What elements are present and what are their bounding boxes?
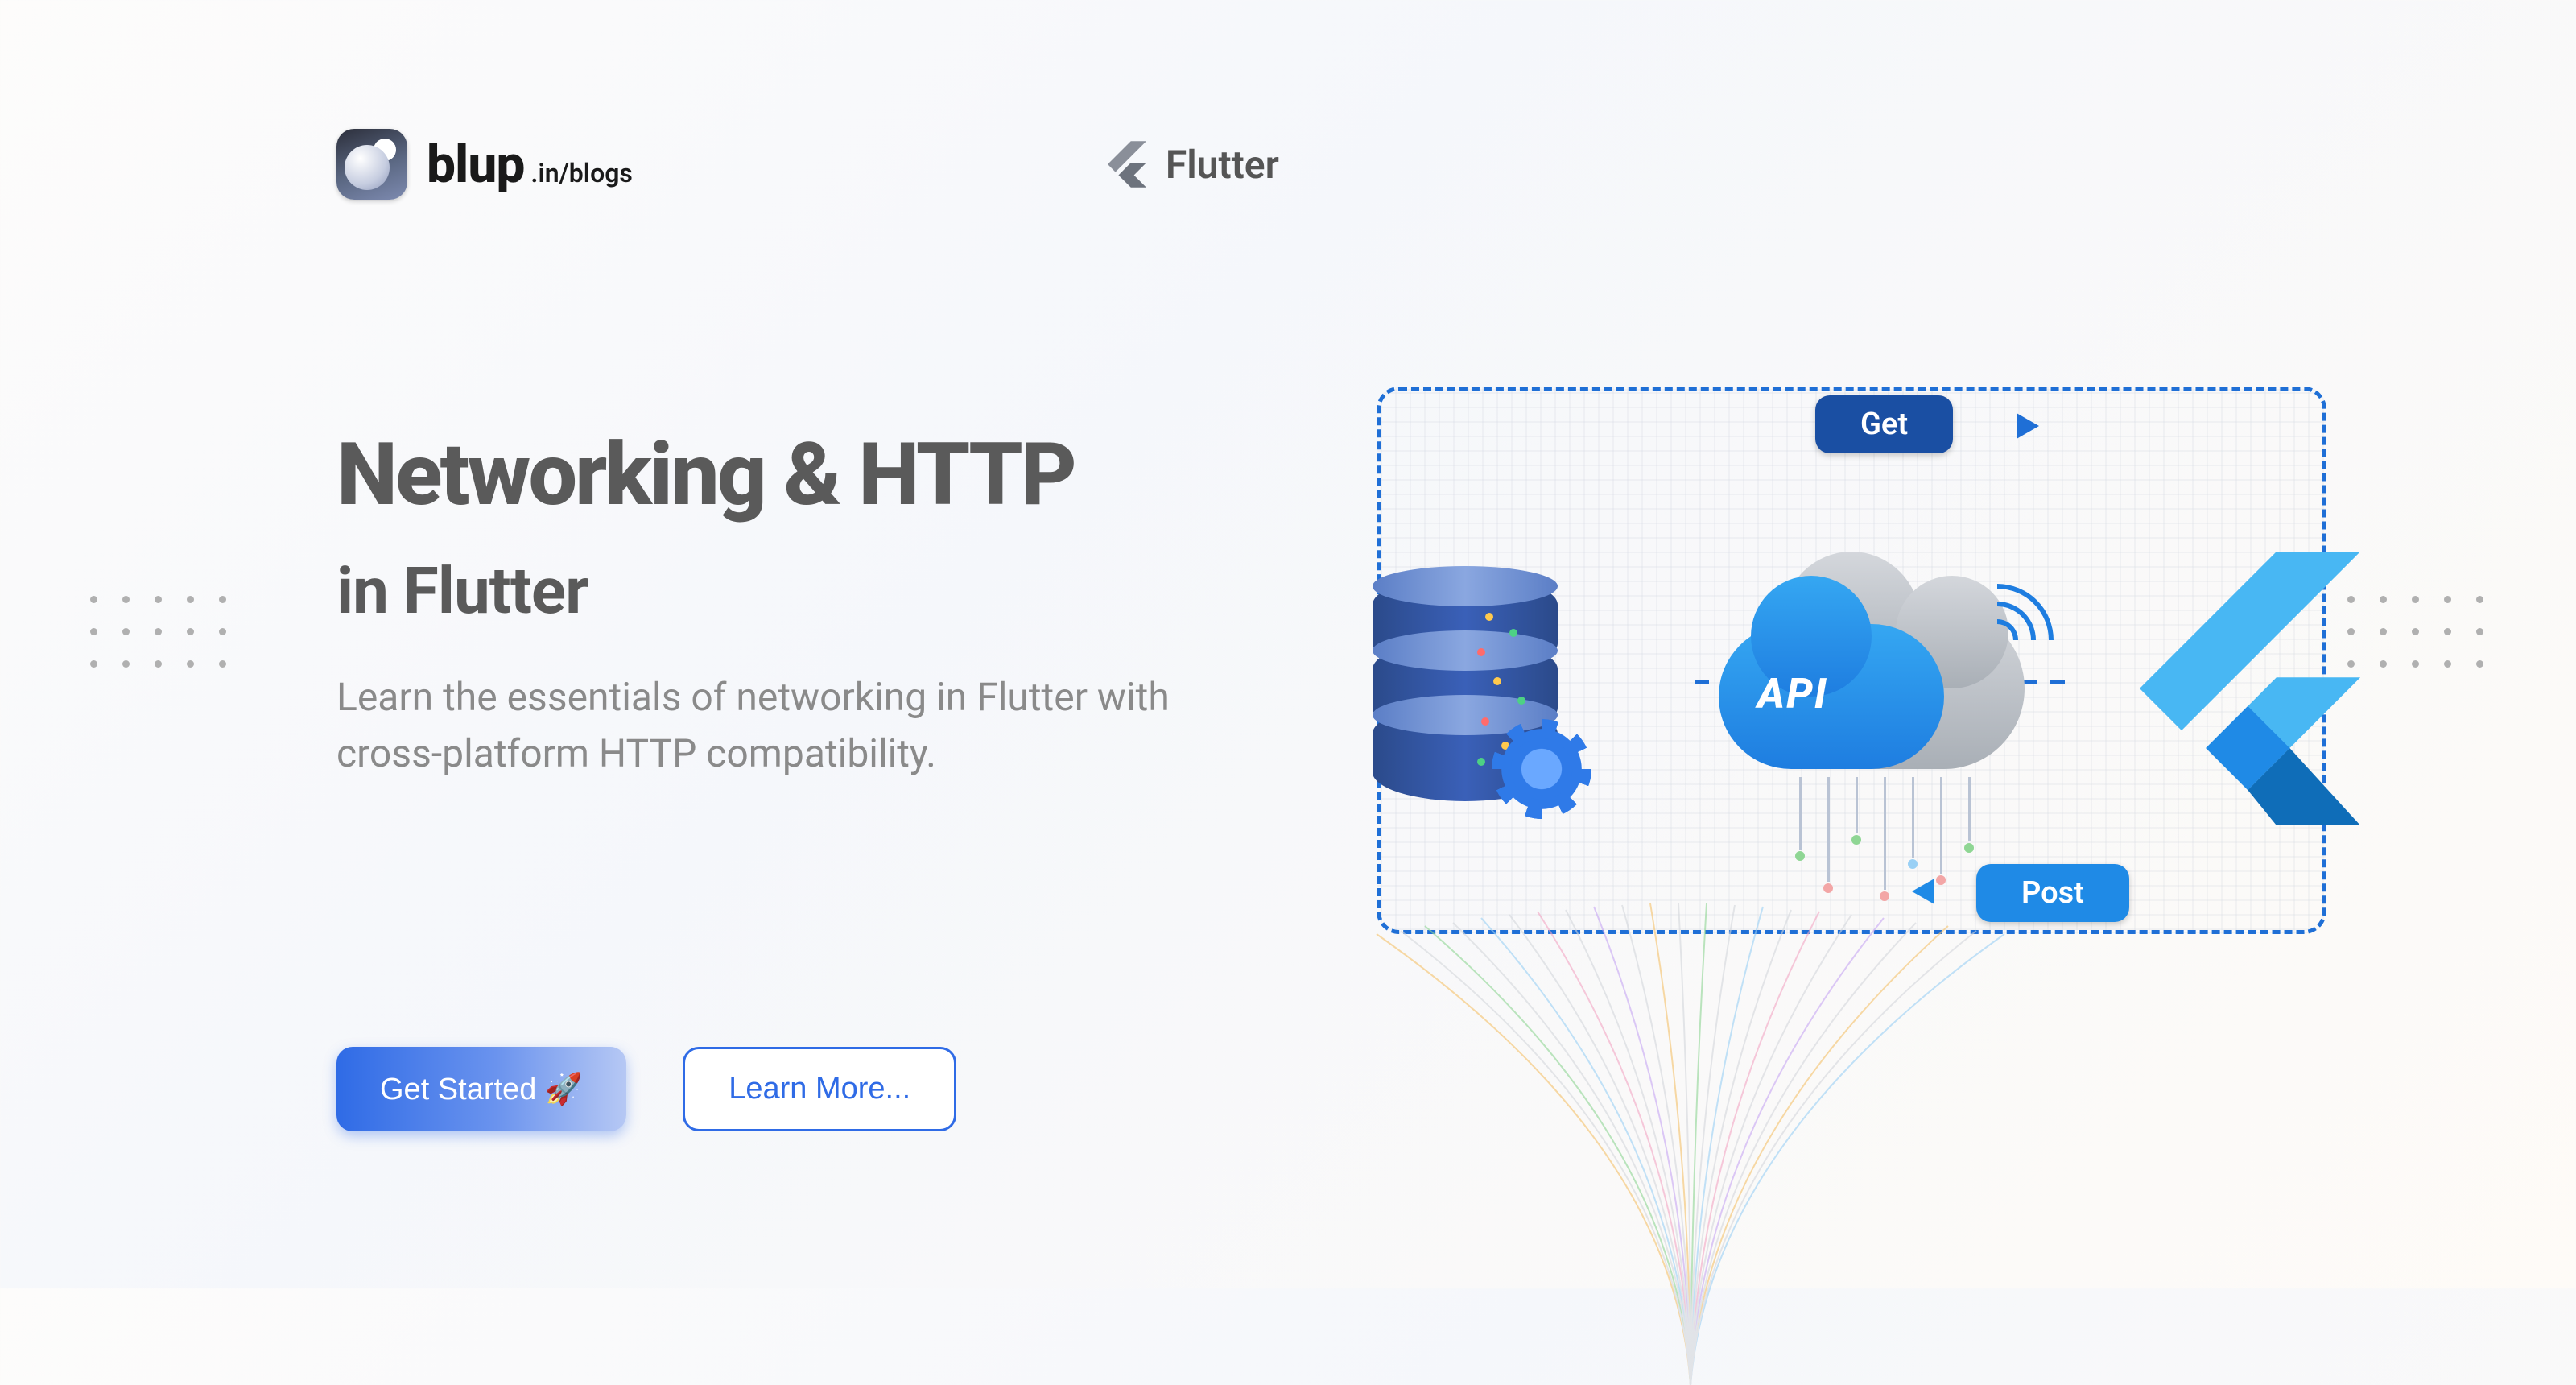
brand-logo-icon xyxy=(336,129,407,200)
hero-section: Networking & HTTP in Flutter Learn the e… xyxy=(336,430,1222,782)
decorative-dots-icon xyxy=(2347,596,2486,670)
networking-illustration: Get Post API xyxy=(1336,362,2367,974)
brand-path: .in/blogs xyxy=(530,158,633,188)
flutter-tag-label: Flutter xyxy=(1166,142,1279,188)
brand-text: blup .in/blogs xyxy=(427,134,633,195)
page-header: blup .in/blogs Flutter xyxy=(336,129,1279,200)
decorative-dots-icon xyxy=(90,596,229,670)
api-label: API xyxy=(1757,669,1828,718)
flow-box: Get Post API xyxy=(1377,387,2326,934)
hero-title-line1: Networking & HTTP xyxy=(336,430,1222,521)
hero-subtitle: Learn the essentials of networking in Fl… xyxy=(336,669,1222,781)
api-cloud-icon: API xyxy=(1719,576,2041,785)
gear-icon xyxy=(1501,729,1582,809)
learn-more-button[interactable]: Learn More... xyxy=(683,1047,956,1131)
fibre-streaks-icon xyxy=(1328,902,2053,1385)
flutter-logo-icon xyxy=(1108,141,1146,188)
hero-title-line2: in Flutter xyxy=(336,553,1222,629)
wifi-icon xyxy=(1997,584,2062,648)
http-get-chip: Get xyxy=(1815,395,1953,453)
brand-name: blup xyxy=(427,134,524,195)
get-started-button[interactable]: Get Started 🚀 xyxy=(336,1047,626,1131)
brand[interactable]: blup .in/blogs xyxy=(336,129,633,200)
flutter-tag: Flutter xyxy=(1108,141,1279,188)
data-stream-icon xyxy=(1791,777,2000,906)
flutter-logo-large-icon xyxy=(2137,552,2363,825)
cta-group: Get Started 🚀 Learn More... xyxy=(336,1047,956,1131)
arrow-right-icon xyxy=(2017,413,2039,439)
